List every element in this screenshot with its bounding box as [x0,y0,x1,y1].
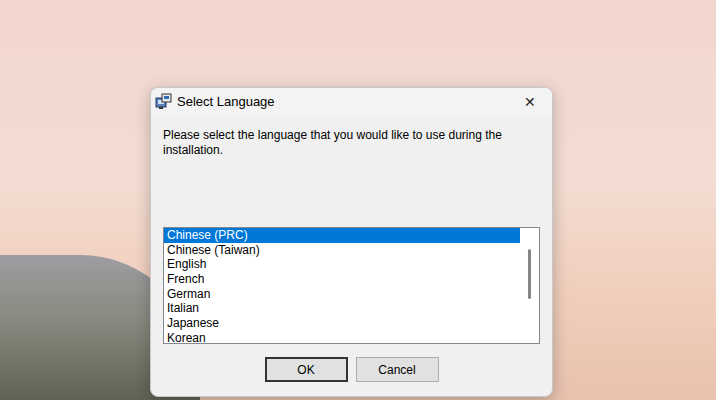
language-item[interactable]: Korean [164,331,520,344]
setup-icon [155,93,173,111]
language-item[interactable]: Chinese (PRC) [164,228,520,243]
language-item[interactable]: Italian [164,301,520,316]
dialog-body: Please select the language that you woul… [151,116,552,382]
title-bar: Select Language ✕ [151,88,552,116]
language-item[interactable]: French [164,272,520,287]
language-item[interactable]: Chinese (Taiwan) [164,243,520,258]
language-item[interactable]: German [164,287,520,302]
dialog-window: Select Language ✕ Please select the langua… [150,87,553,397]
language-item[interactable]: Japanese [164,316,520,331]
dialog-button[interactable]: OK [265,357,348,382]
button-row: OK Cancel [163,357,540,382]
language-item[interactable]: English [164,257,520,272]
scrollbar[interactable] [520,228,539,343]
desktop: Select Language ✕ Please select the langua… [0,0,716,400]
language-list[interactable]: Chinese (PRC)Chinese (Taiwan)EnglishFren… [163,227,540,344]
instruction-text: Please select the language that you woul… [163,128,513,158]
scrollbar-thumb[interactable] [528,249,531,299]
window-title: Select Language [177,92,275,112]
close-button[interactable]: ✕ [508,88,552,116]
dialog-button[interactable]: Cancel [356,357,439,382]
